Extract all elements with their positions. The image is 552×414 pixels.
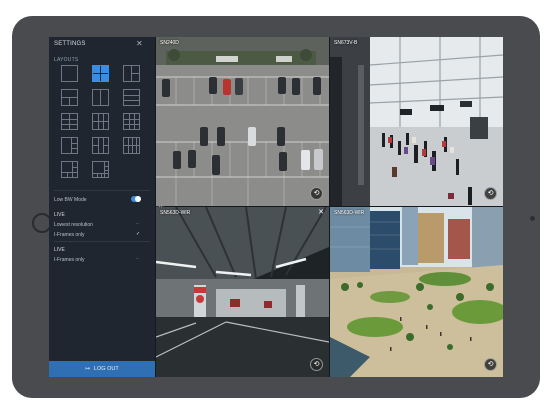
layout-3x2[interactable] <box>92 113 109 130</box>
app-screen: SETTINGS ✕ LAYOUTS Low BW Mode LIVE Lowe… <box>49 37 503 377</box>
layout-1-plus-2[interactable] <box>123 65 140 82</box>
live-section-heading-2: LIVE <box>54 247 65 253</box>
layout-horizontal-3[interactable] <box>123 89 140 106</box>
replay-icon[interactable]: ⟲ <box>310 187 323 200</box>
camera-title: SN673V-B <box>334 40 358 46</box>
low-bw-mode-toggle[interactable] <box>131 196 141 202</box>
layout-1x1[interactable] <box>61 65 78 82</box>
close-icon[interactable]: ✕ <box>136 39 143 48</box>
camera-title: SN240D <box>160 40 179 46</box>
replay-icon[interactable]: ⟲ <box>484 358 497 371</box>
logout-button[interactable]: ↦ LOG OUT <box>49 361 155 377</box>
camera-tile[interactable]: SN673V-B ⟲ <box>330 37 503 206</box>
front-camera <box>530 216 535 221</box>
settings-title: SETTINGS <box>54 41 86 47</box>
iframes-only-option[interactable]: I-Frames only <box>54 232 85 238</box>
iframes-only-option-2[interactable]: I-Frames only <box>54 257 85 263</box>
replay-icon[interactable]: ⟲ <box>484 187 497 200</box>
camera-tile[interactable]: SN563D-WIR ✕ ⟲ <box>156 207 329 377</box>
divider <box>54 190 150 191</box>
layout-top-split[interactable] <box>61 89 78 106</box>
camera-feed-image <box>156 207 329 377</box>
live-section-heading: LIVE <box>54 212 65 218</box>
iframes-only-check-icon: ✓ <box>136 231 141 237</box>
iframes-only-2-check-icon: – <box>136 256 139 262</box>
layout-1-plus-7[interactable] <box>92 161 109 178</box>
lowest-resolution-option[interactable]: Lowest resolution <box>54 222 93 228</box>
layout-3x3[interactable] <box>123 113 140 130</box>
divider <box>54 241 150 242</box>
layout-2x2[interactable] <box>92 65 109 82</box>
lowest-resolution-check-icon: – <box>136 221 139 227</box>
close-camera-icon[interactable]: ✕ <box>318 208 324 216</box>
logout-icon: ↦ <box>85 366 90 372</box>
camera-tile[interactable]: SN240D ⟲ <box>156 37 329 206</box>
layout-2-plus-4[interactable] <box>92 137 109 154</box>
camera-tile[interactable]: SN563D-WIR ⟲ <box>330 207 503 377</box>
camera-title: SN563D-WIR <box>334 210 365 216</box>
replay-icon[interactable]: ⟲ <box>310 358 323 371</box>
layout-2x3[interactable] <box>61 113 78 130</box>
logout-label: LOG OUT <box>93 366 119 372</box>
camera-title: SN563D-WIR <box>160 210 191 216</box>
low-bw-mode-label: Low BW Mode <box>54 197 87 203</box>
camera-feed-image <box>330 37 503 206</box>
camera-feed-image <box>156 37 329 206</box>
layout-4x2[interactable] <box>123 137 140 154</box>
settings-panel: SETTINGS ✕ LAYOUTS Low BW Mode LIVE Lowe… <box>49 37 155 377</box>
layout-1-plus-5[interactable] <box>61 161 78 178</box>
layout-vertical-2[interactable] <box>92 89 109 106</box>
layouts-heading: LAYOUTS <box>54 57 79 63</box>
camera-feed-image <box>330 207 503 377</box>
layout-1-plus-3[interactable] <box>61 137 78 154</box>
